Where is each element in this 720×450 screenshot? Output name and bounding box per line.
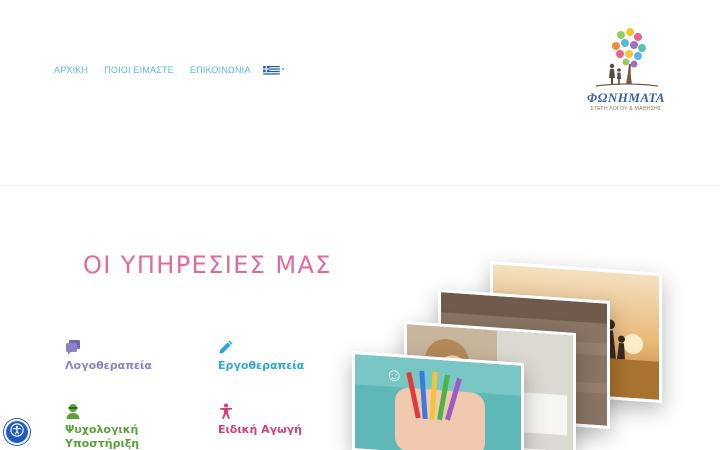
nav-link-about[interactable]: ΠΟΙΟΙ ΕΙΜΑΣΤΕ xyxy=(104,65,174,75)
service-special-education[interactable]: Ειδική Αγωγή xyxy=(218,403,348,437)
language-selector[interactable]: ▾ xyxy=(262,64,285,75)
greece-flag-icon xyxy=(262,64,280,75)
accessibility-icon xyxy=(10,422,24,442)
logo-name: ΦΩΝΗΜΑΤΑ xyxy=(586,90,666,105)
person-icon xyxy=(65,403,81,419)
service-psychological-support[interactable]: Ψυχολογική Υποστήριξη xyxy=(65,403,195,450)
service-label: Ψυχολογική Υποστήριξη xyxy=(65,423,140,450)
nav-link-home[interactable]: ΑΡΧΙΚΗ xyxy=(54,65,88,75)
accessibility-button[interactable] xyxy=(6,421,28,443)
photo-stack: ☺ xyxy=(350,260,680,450)
logo-subtitle: ΣΤΕΓΗ ΛΟΓΟΥ & ΜΑΘΗΣΗΣ xyxy=(590,106,662,112)
nav-link-contact[interactable]: ΕΠΙΚΟΙΝΩΝΙΑ xyxy=(190,65,251,75)
photo-child-crayons: ☺ xyxy=(352,350,524,450)
section-title: ΟΙ ΥΠΗΡΕΣΙΕΣ ΜΑΣ xyxy=(83,251,332,279)
site-header: ΑΡΧΙΚΗ ΠΟΙΟΙ ΕΙΜΑΣΤΕ ΕΠΙΚΟΙΝΩΝΙΑ ▾ ΦΩΝΗΜ… xyxy=(0,0,720,186)
service-label: Λογοθεραπεία xyxy=(65,359,152,372)
child-figure-icon xyxy=(218,403,234,419)
logo-tree-icon xyxy=(595,28,659,87)
service-label: Εργοθεραπεία xyxy=(218,359,305,372)
service-occupational-therapy[interactable]: Εργοθεραπεία xyxy=(218,339,348,373)
svg-text:☺: ☺ xyxy=(385,364,403,385)
speech-bubbles-icon xyxy=(65,339,81,355)
service-speech-therapy[interactable]: Λογοθεραπεία xyxy=(65,339,195,373)
pencil-icon xyxy=(218,339,234,355)
main-nav: ΑΡΧΙΚΗ ΠΟΙΟΙ ΕΙΜΑΣΤΕ ΕΠΙΚΟΙΝΩΝΙΑ ▾ xyxy=(54,64,285,75)
site-logo[interactable]: ΦΩΝΗΜΑΤΑ ΣΤΕΓΗ ΛΟΓΟΥ & ΜΑΘΗΣΗΣ xyxy=(574,24,678,116)
chevron-down-icon: ▾ xyxy=(281,66,285,73)
service-label: Ειδική Αγωγή xyxy=(218,423,303,436)
